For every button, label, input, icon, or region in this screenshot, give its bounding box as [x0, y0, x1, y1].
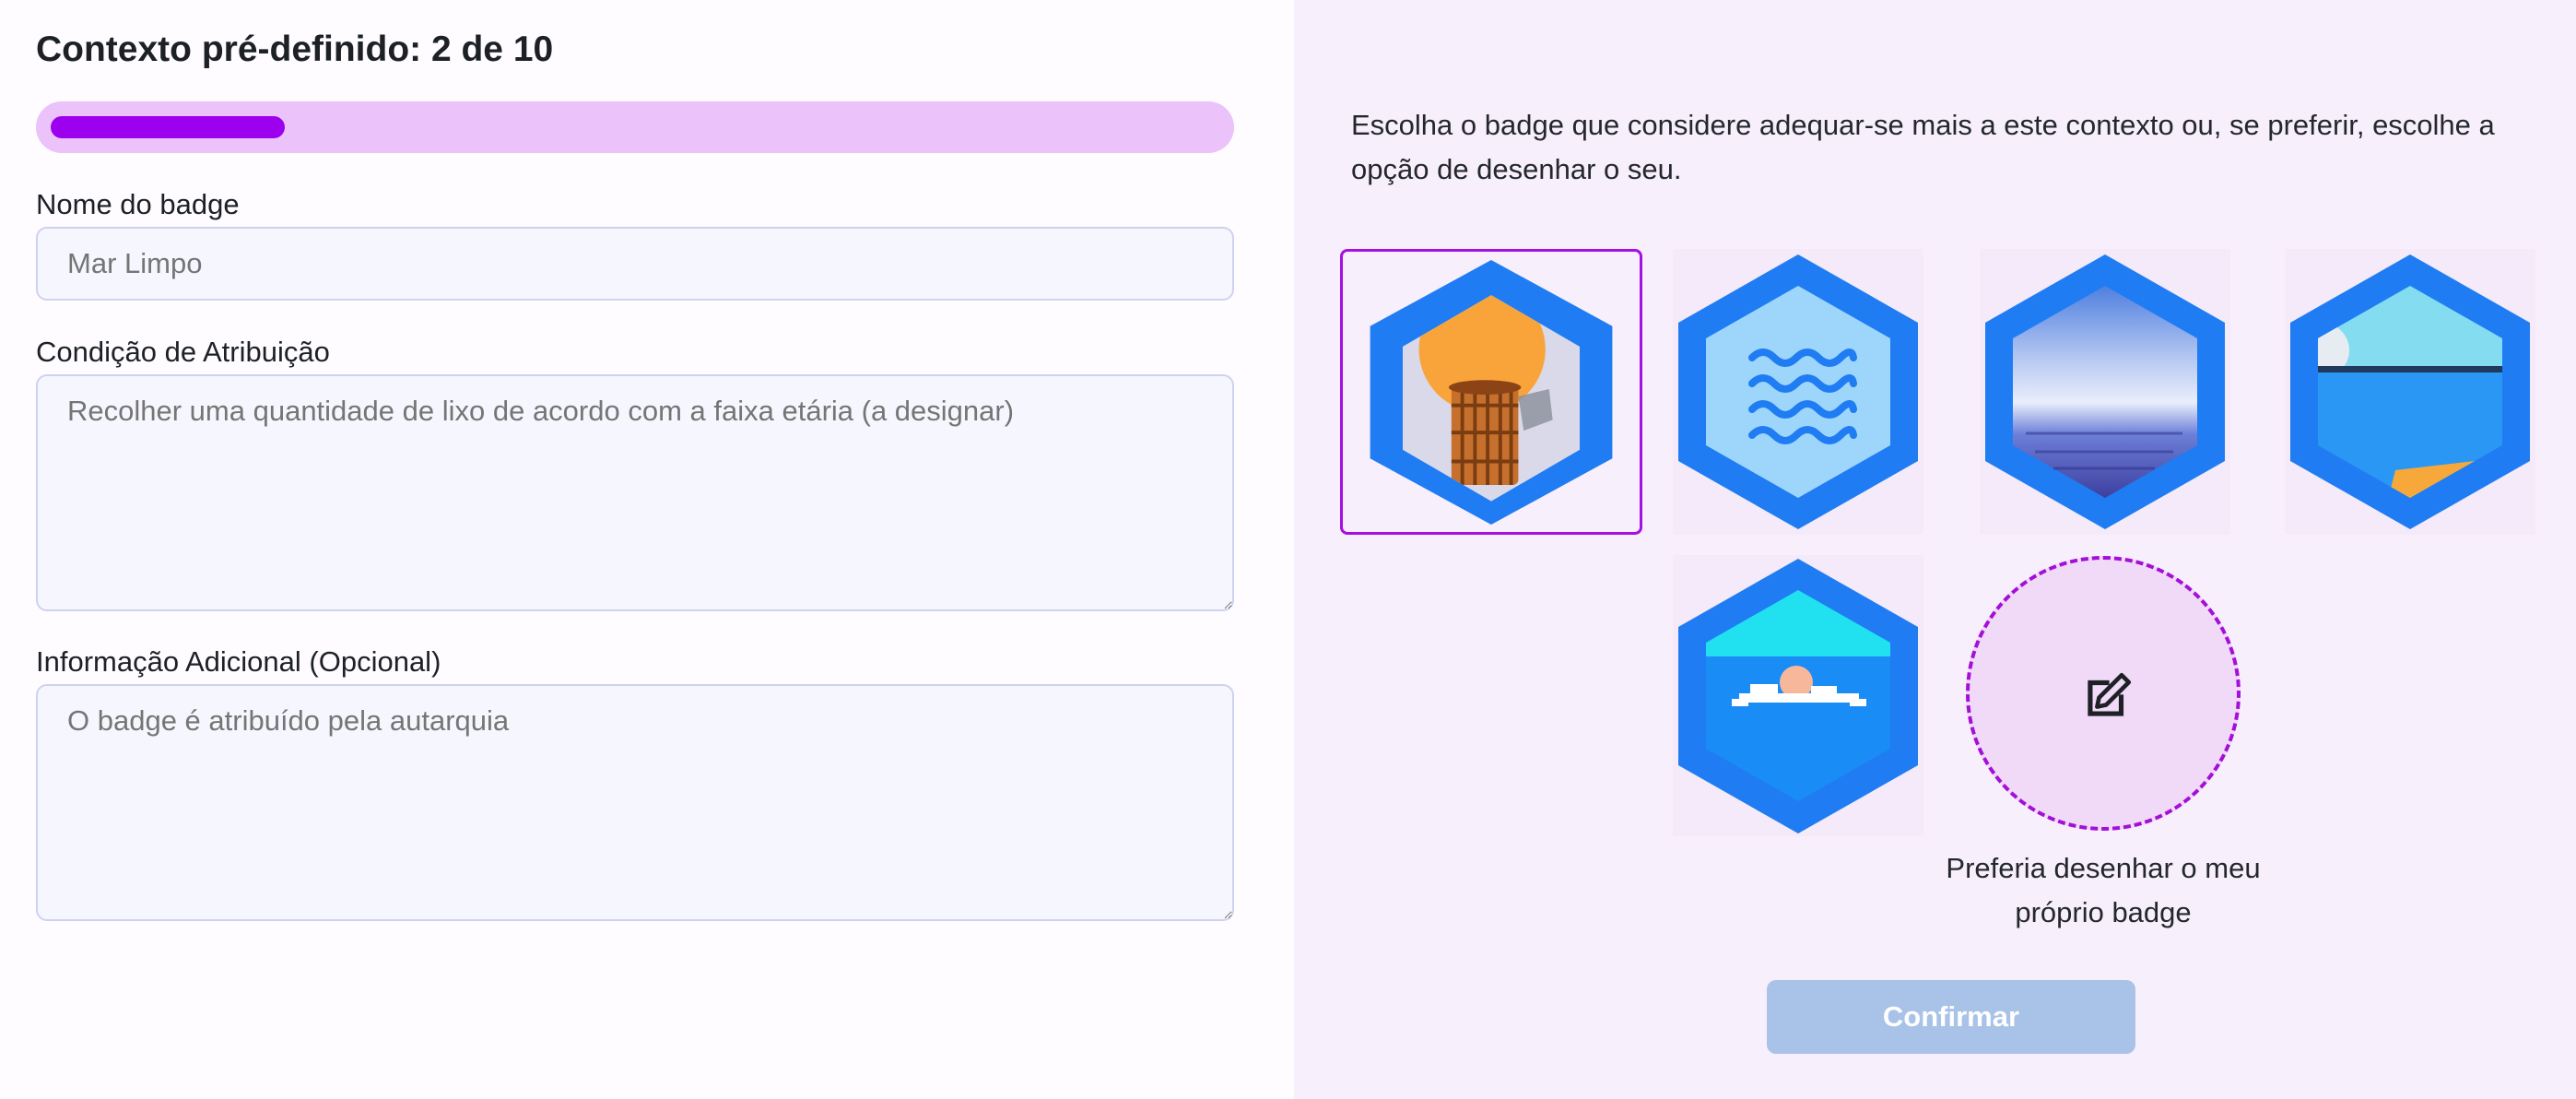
page-title: Contexto pré-definido: 2 de 10	[36, 30, 554, 69]
condition-textarea[interactable]	[36, 374, 1234, 611]
condition-label: Condição de Atribuição	[36, 336, 330, 368]
swimmer-clouds-hexagon-icon	[1678, 559, 1918, 833]
additional-info-textarea[interactable]	[36, 684, 1234, 921]
badge-picker-instructions: Escolha o badge que considere adequar-se…	[1351, 109, 2495, 185]
sun-basket-hexagon-icon	[1370, 260, 1613, 525]
draw-own-badge-button[interactable]	[1966, 556, 2241, 831]
badge-option-1[interactable]	[1340, 249, 1642, 535]
context-progress-bar	[36, 101, 1234, 153]
badge-option-5[interactable]	[1673, 555, 1923, 836]
badge-form-panel: Contexto pré-definido: 2 de 10 Nome do b…	[0, 0, 1294, 1099]
badge-name-label: Nome do badge	[36, 188, 240, 220]
draw-own-badge-label: Preferia desenhar o meu próprio badge	[1946, 852, 2261, 928]
badge-name-input[interactable]	[36, 227, 1234, 301]
edit-icon	[2088, 672, 2132, 716]
context-progress-fill	[51, 116, 285, 138]
beach-horizon-hexagon-icon	[2290, 254, 2530, 529]
confirm-button[interactable]: Confirmar	[1767, 980, 2135, 1054]
additional-info-label: Informação Adicional (Opcional)	[36, 645, 441, 678]
sea-gradient-hexagon-icon	[1985, 254, 2225, 529]
waves-hexagon-icon	[1678, 254, 1918, 529]
badge-option-3[interactable]	[1980, 249, 2230, 535]
badge-option-2[interactable]	[1673, 249, 1923, 535]
badge-option-4[interactable]	[2285, 249, 2535, 535]
